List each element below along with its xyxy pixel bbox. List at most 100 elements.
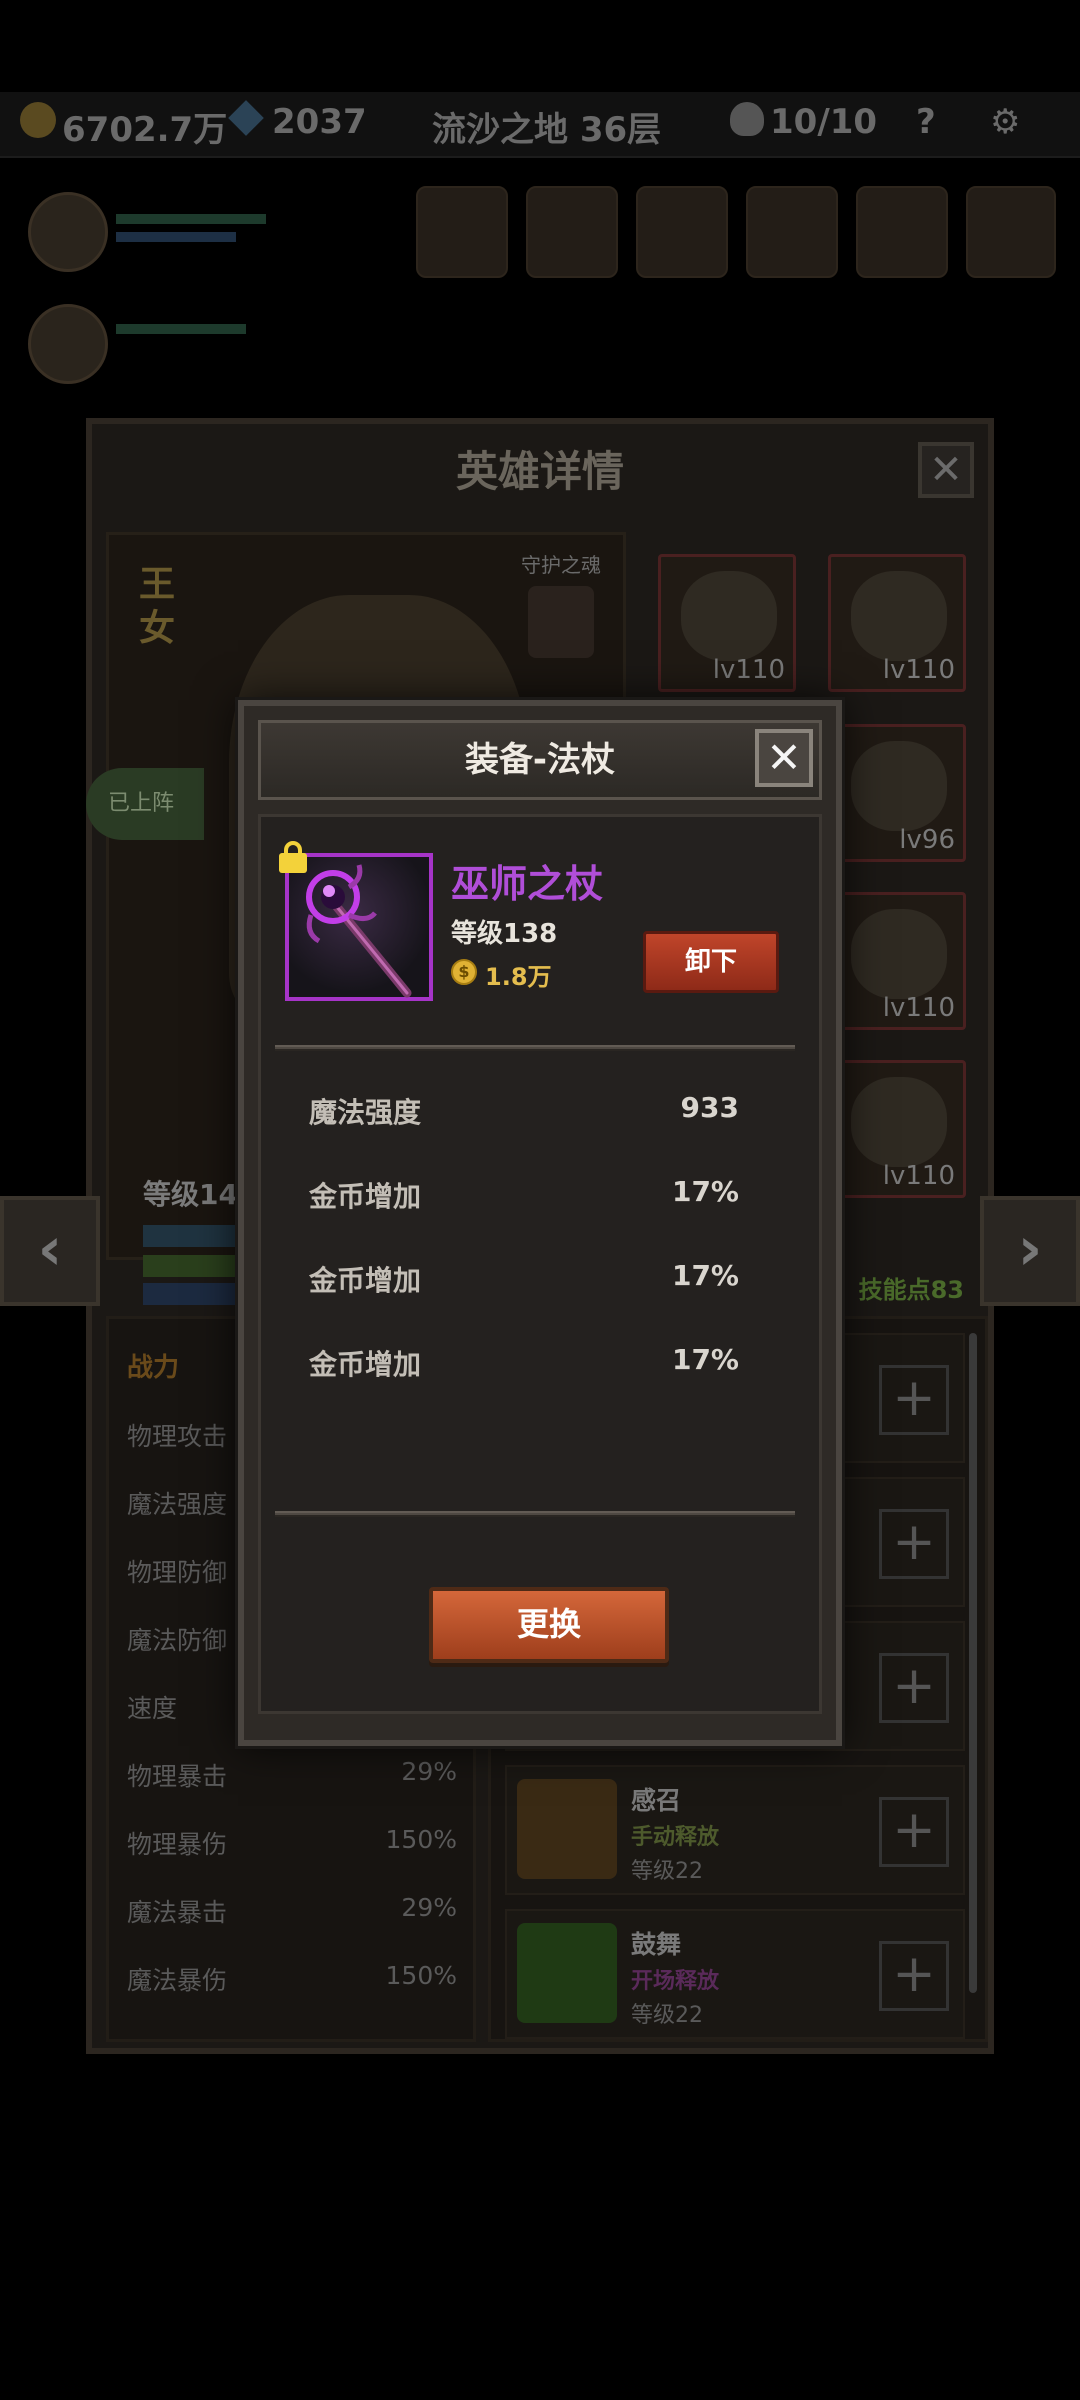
skill-name: 鼓舞	[631, 1930, 682, 1959]
stat-name: 物理防御	[127, 1558, 228, 1587]
item-icon-frame[interactable]	[279, 841, 433, 1001]
equip-level: lv110	[712, 655, 785, 685]
attribute-row: 金币增加 17%	[309, 1343, 739, 1383]
skill-level: 等级22	[631, 1859, 703, 1884]
robe-icon	[851, 741, 947, 831]
help-button[interactable]: ?	[916, 102, 936, 142]
skill-item: 鼓舞 开场释放 等级22 +	[505, 1909, 965, 2039]
plus-icon[interactable]: +	[879, 1509, 949, 1579]
divider	[275, 1511, 795, 1517]
stat-row: 魔法暴伤 150%	[127, 1961, 457, 1997]
coin-icon: $	[451, 959, 477, 985]
stage-label: 流沙之地 36层	[432, 110, 662, 150]
gem-amount: 2037	[272, 102, 367, 142]
team-hp-bar	[116, 324, 246, 334]
attribute-value: 17%	[671, 1175, 739, 1208]
hero-exp-bar	[143, 1225, 243, 1247]
equipment-modal: 装备-法杖 ✕ 巫师之杖 等级138 $ 1.8万 卸下 魔法强度 933 金币…	[238, 700, 842, 1746]
roster-hero	[526, 186, 618, 278]
ring-icon	[851, 909, 947, 999]
stat-row: 魔法暴击 29%	[127, 1893, 457, 1929]
summon-skill-icon	[517, 1779, 617, 1879]
shield-icon	[851, 1077, 947, 1167]
stat-row: 物理暴击 29%	[127, 1757, 457, 1793]
skills-scrollbar[interactable]	[969, 1333, 977, 1993]
unequip-button[interactable]: 卸下	[643, 931, 779, 993]
close-icon[interactable]: ✕	[918, 442, 974, 498]
roster-hero	[636, 186, 728, 278]
gold-amount: 6702.7万	[62, 110, 228, 150]
plus-icon[interactable]: +	[879, 1797, 949, 1867]
skill-level: 等级22	[631, 2003, 703, 2028]
chevron-left-icon[interactable]: ‹	[0, 1196, 100, 1306]
lock-icon[interactable]	[279, 841, 307, 873]
item-level: 等级138	[451, 919, 558, 949]
equip-level: lv110	[882, 993, 955, 1023]
stat-value: 29%	[401, 1893, 457, 1922]
plus-icon[interactable]: +	[879, 1941, 949, 2011]
equip-slot-armor[interactable]: lv110	[828, 554, 966, 692]
stat-name: 魔法防御	[127, 1626, 228, 1655]
stat-value: 150%	[385, 1961, 457, 1990]
team-slot-2	[28, 304, 108, 384]
attribute-name: 魔法强度	[309, 1096, 422, 1129]
attribute-row: 金币增加 17%	[309, 1259, 739, 1299]
deployed-tag: 已上阵	[86, 768, 204, 840]
top-resource-bar: 6702.7万 2037 流沙之地 36层 10/10 ? ⚙	[0, 92, 1080, 158]
armor-icon	[851, 571, 947, 661]
attribute-name: 金币增加	[309, 1348, 422, 1381]
skill-name: 感召	[631, 1786, 682, 1815]
guardian-soul[interactable]: 守护之魂	[521, 549, 601, 658]
roster-hero	[856, 186, 948, 278]
gem-icon	[228, 100, 264, 136]
stat-name: 物理攻击	[127, 1422, 228, 1451]
stat-name: 魔法暴伤	[127, 1966, 228, 1995]
hero-name: 王女	[139, 564, 176, 649]
item-name: 巫师之杖	[451, 862, 604, 906]
team-mp-bar	[116, 232, 236, 242]
panel-title: 英雄详情	[455, 447, 624, 496]
roster-hero	[966, 186, 1056, 278]
skill-type: 开场释放	[631, 1969, 720, 1994]
roster-hero	[416, 186, 508, 278]
attribute-value: 17%	[671, 1343, 739, 1376]
attribute-name: 金币增加	[309, 1180, 422, 1213]
inspire-skill-icon	[517, 1923, 617, 2023]
equip-slot-shield[interactable]: lv110	[828, 1060, 966, 1198]
attribute-row: 金币增加 17%	[309, 1175, 739, 1215]
plus-icon[interactable]: +	[879, 1365, 949, 1435]
equip-level: lv96	[899, 825, 955, 855]
close-icon[interactable]: ✕	[755, 729, 813, 787]
skill-item: 感召 手动释放 等级22 +	[505, 1765, 965, 1895]
equip-slot-ring[interactable]: lv110	[828, 892, 966, 1030]
settings-icon[interactable]: ⚙	[990, 102, 1020, 142]
kill-count: 10/10	[770, 102, 878, 142]
guardian-label: 守护之魂	[521, 553, 601, 577]
stat-value: 150%	[385, 1825, 457, 1854]
skill-type: 手动释放	[631, 1825, 720, 1850]
plus-icon[interactable]: +	[879, 1653, 949, 1723]
attribute-value: 933	[680, 1091, 739, 1124]
coin-icon	[20, 102, 56, 138]
attribute-value: 17%	[671, 1259, 739, 1292]
serpent-icon	[528, 586, 594, 658]
attribute-name: 金币增加	[309, 1264, 422, 1297]
team-hp-bar	[116, 214, 266, 224]
divider	[275, 1045, 795, 1051]
stat-name: 魔法强度	[127, 1490, 228, 1519]
stat-name: 物理暴击	[127, 1762, 228, 1791]
staff-icon	[306, 864, 412, 998]
chevron-right-icon[interactable]: ›	[980, 1196, 1080, 1306]
equip-slot-robe[interactable]: lv96	[828, 724, 966, 862]
modal-body: 巫师之杖 等级138 $ 1.8万 卸下 魔法强度 933 金币增加 17% 金…	[258, 814, 822, 1714]
equip-level: lv110	[882, 1161, 955, 1191]
skull-icon	[730, 102, 764, 136]
equip-slot-helmet[interactable]: lv110	[658, 554, 796, 692]
modal-header: 装备-法杖 ✕	[258, 720, 822, 800]
stat-name: 物理暴伤	[127, 1830, 228, 1859]
stat-value: 29%	[401, 1757, 457, 1786]
replace-button[interactable]: 更换	[429, 1587, 669, 1663]
team-slot-1	[28, 192, 108, 272]
stat-row: 物理暴伤 150%	[127, 1825, 457, 1861]
attribute-row: 魔法强度 933	[309, 1091, 739, 1131]
